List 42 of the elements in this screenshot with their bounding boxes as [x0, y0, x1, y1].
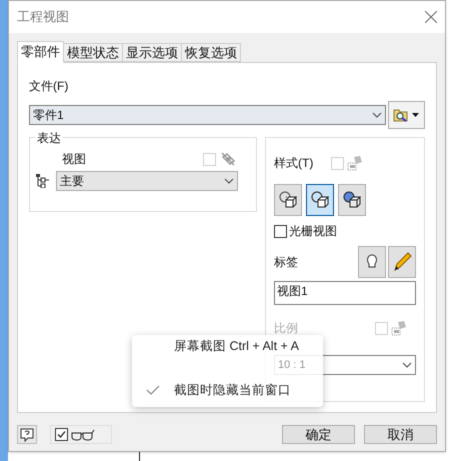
window-title: 工程视图 [17, 8, 69, 26]
checkbox[interactable] [55, 428, 68, 441]
label-field[interactable]: 视图1 [274, 281, 416, 305]
dropdown-caret-icon [412, 113, 420, 117]
view-dropdown[interactable]: 主要 [56, 171, 238, 191]
link-icon [220, 151, 236, 167]
dialog-button[interactable]: 确定 [282, 425, 355, 444]
help-icon [20, 428, 34, 442]
display-style-button[interactable] [306, 184, 334, 216]
edit-button[interactable] [388, 246, 416, 278]
browse-button[interactable] [388, 101, 425, 129]
raster-view-label: 光栅视图 [289, 223, 337, 240]
close-icon[interactable] [425, 11, 437, 23]
file-dropdown[interactable]: 零件1 [29, 105, 386, 125]
display-style-button[interactable] [274, 184, 302, 216]
scale-label: 比例 [274, 320, 298, 337]
bulb-button[interactable] [358, 246, 386, 278]
menu-item[interactable]: 截图时隐藏当前窗口 [132, 382, 323, 398]
tab[interactable]: 显示选项 [123, 43, 182, 62]
tab[interactable]: 模型状态 [64, 43, 123, 62]
style-label: 样式(T) [274, 155, 314, 172]
line-shape-icon [310, 190, 330, 210]
label-label: 标签 [274, 254, 298, 271]
glasses-icon [71, 428, 95, 440]
tab[interactable]: 零部件 [17, 41, 64, 63]
shaded-shape-icon [342, 190, 362, 210]
line-shape-icon [278, 190, 298, 210]
view-label: 视图 [62, 151, 86, 168]
menu-item[interactable]: 屏幕截图 Ctrl + Alt + A [132, 338, 323, 354]
help-button[interactable] [17, 425, 37, 444]
tree-icon [36, 174, 50, 188]
file-label: 文件(F) [29, 78, 70, 95]
tab[interactable]: 恢复选项 [182, 43, 241, 62]
pencil-icon [392, 252, 412, 272]
dialog-button[interactable]: 取消 [364, 425, 437, 444]
bulb-icon [367, 254, 377, 270]
linked-style-icon [346, 154, 364, 172]
display-style-button[interactable] [338, 184, 366, 216]
linked-style-icon [390, 319, 408, 337]
preview-toggle[interactable] [50, 425, 112, 444]
checkbox[interactable] [274, 224, 287, 238]
folder-search-icon [393, 108, 410, 122]
